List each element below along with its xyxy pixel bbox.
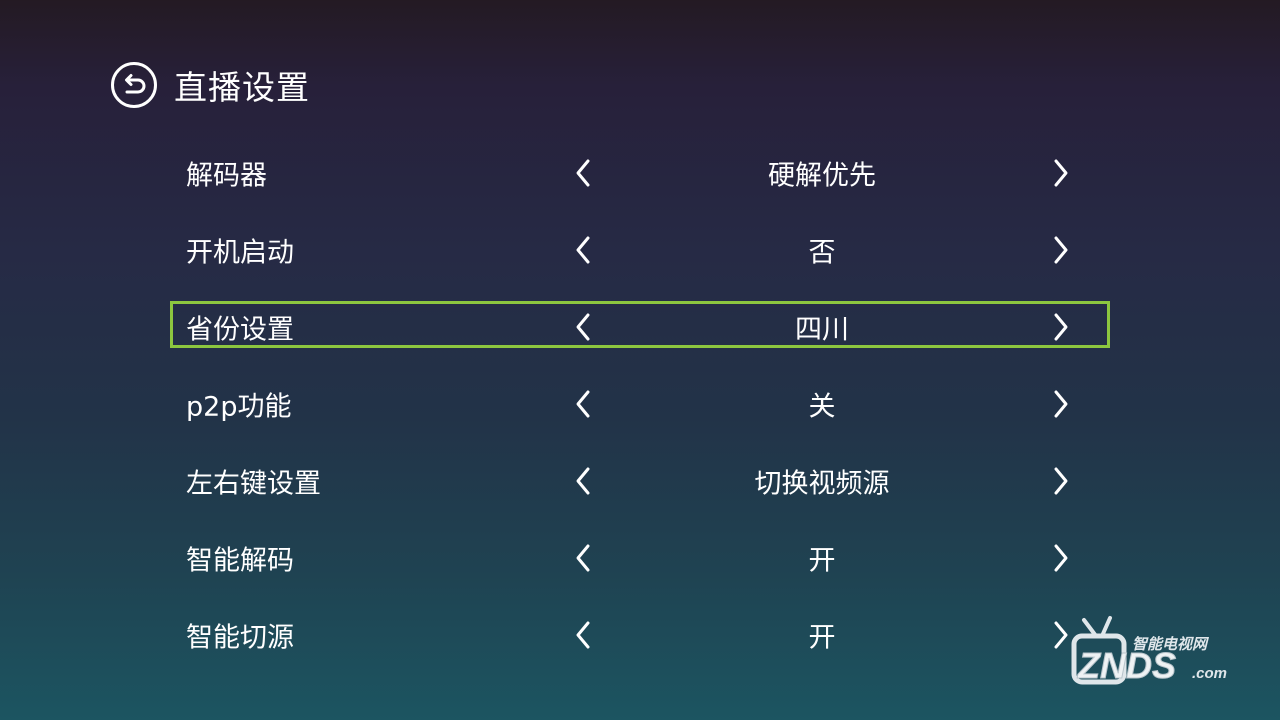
chevron-right-icon[interactable] bbox=[1044, 153, 1078, 193]
setting-value: 关 bbox=[808, 391, 836, 422]
chevron-right-icon[interactable] bbox=[1044, 538, 1078, 578]
setting-row-province[interactable]: 省份设置 四川 bbox=[170, 288, 1110, 365]
znds-watermark: 智能电视网 ZNDS .com bbox=[1066, 612, 1242, 696]
chevron-right-icon[interactable] bbox=[1044, 230, 1078, 270]
page-title: 直播设置 bbox=[174, 68, 310, 107]
chevron-left-icon[interactable] bbox=[566, 461, 600, 501]
chevron-right-icon[interactable] bbox=[1044, 384, 1078, 424]
header: 直播设置 bbox=[110, 58, 310, 112]
setting-value: 四川 bbox=[795, 314, 849, 345]
chevron-right-icon[interactable] bbox=[1044, 461, 1078, 501]
chevron-left-icon[interactable] bbox=[566, 615, 600, 655]
setting-value: 硬解优先 bbox=[768, 160, 876, 191]
watermark-brand: ZNDS bbox=[1077, 645, 1176, 686]
setting-label: 开机启动 bbox=[186, 237, 294, 268]
setting-value: 切换视频源 bbox=[754, 468, 890, 499]
chevron-left-icon[interactable] bbox=[566, 307, 600, 347]
setting-value: 开 bbox=[808, 622, 836, 653]
setting-label: 左右键设置 bbox=[186, 468, 321, 499]
setting-row-smart-decode[interactable]: 智能解码 开 bbox=[170, 519, 1110, 596]
watermark-suffix: .com bbox=[1192, 665, 1227, 682]
setting-value: 开 bbox=[808, 545, 836, 576]
setting-row-p2p[interactable]: p2p功能 关 bbox=[170, 365, 1110, 442]
back-circle-icon bbox=[111, 62, 157, 108]
setting-label: 省份设置 bbox=[186, 314, 294, 345]
settings-list: 解码器 硬解优先 开机启动 否 省份设置 四川 p2p功能 关 左右键设置 切换… bbox=[170, 134, 1110, 673]
chevron-left-icon[interactable] bbox=[566, 230, 600, 270]
setting-row-decoder[interactable]: 解码器 硬解优先 bbox=[170, 134, 1110, 211]
back-button[interactable] bbox=[110, 61, 158, 109]
chevron-right-icon[interactable] bbox=[1044, 307, 1078, 347]
setting-label: 智能解码 bbox=[186, 545, 294, 576]
chevron-left-icon[interactable] bbox=[566, 538, 600, 578]
setting-row-boot-start[interactable]: 开机启动 否 bbox=[170, 211, 1110, 288]
setting-row-left-right-keys[interactable]: 左右键设置 切换视频源 bbox=[170, 442, 1110, 519]
setting-value: 否 bbox=[808, 237, 836, 268]
setting-label: 解码器 bbox=[186, 160, 267, 191]
znds-logo: 智能电视网 ZNDS .com bbox=[1071, 616, 1227, 687]
chevron-left-icon[interactable] bbox=[566, 153, 600, 193]
setting-label: 智能切源 bbox=[186, 622, 294, 653]
setting-label: p2p功能 bbox=[186, 391, 292, 422]
chevron-left-icon[interactable] bbox=[566, 384, 600, 424]
setting-row-smart-source-switch[interactable]: 智能切源 开 bbox=[170, 596, 1110, 673]
